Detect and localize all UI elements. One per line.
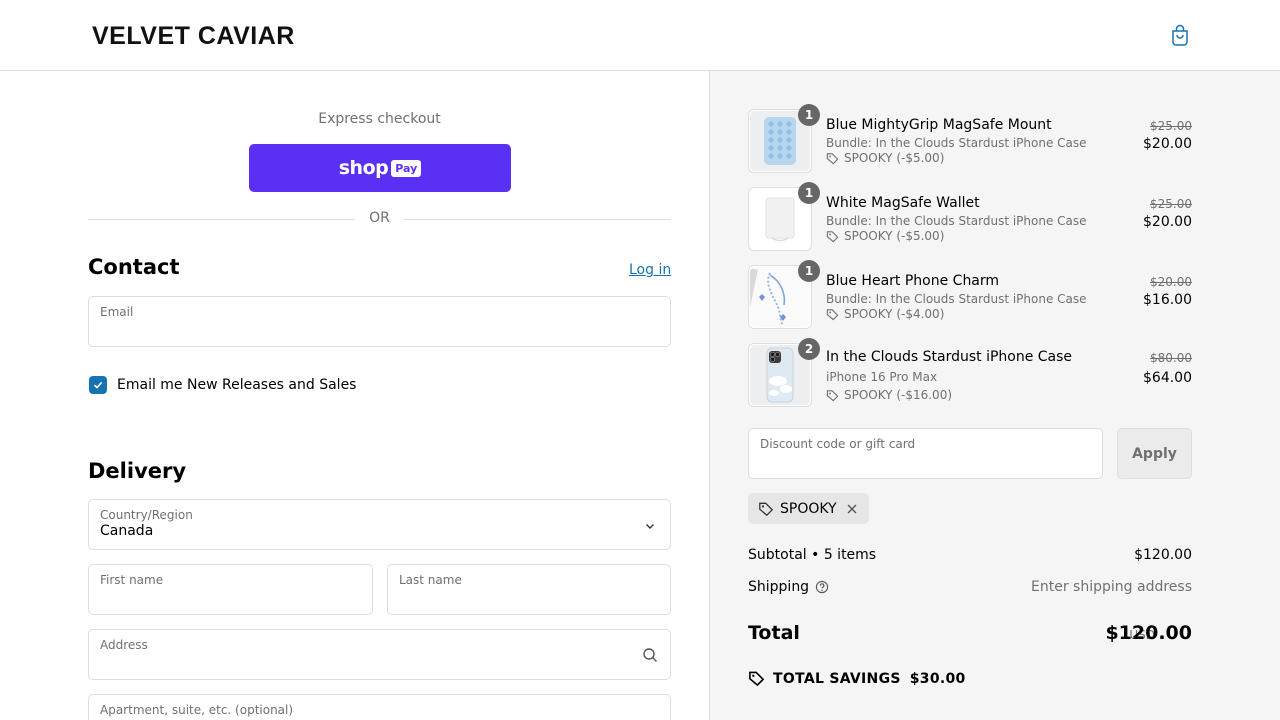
last-name-field[interactable]: Last name (387, 564, 671, 615)
item-discount: SPOOKY (-$5.00) (826, 151, 944, 165)
tag-icon (826, 152, 839, 164)
last-name-label: Last name (399, 573, 462, 587)
tag-icon (826, 230, 839, 242)
quantity-badge: 1 (798, 260, 820, 282)
item-variant: Bundle: In the Clouds Stardust iPhone Ca… (826, 292, 1087, 306)
total-savings: TOTAL SAVINGS $30.00 (748, 670, 966, 687)
newsletter-label: Email me New Releases and Sales (117, 377, 357, 393)
line-item: 1 Blue MightyGrip MagSafe Mount Bundle: … (748, 104, 1192, 173)
item-name: Blue Heart Phone Charm (826, 273, 1000, 289)
subtotal-value: $120.00 (1134, 547, 1192, 563)
country-value: Canada (100, 523, 154, 539)
express-checkout-label: Express checkout (318, 111, 441, 127)
item-original-price: $20.00 (1150, 275, 1192, 289)
shipping-label-group: Shipping (748, 579, 829, 595)
discount-code-label: Discount code or gift card (760, 437, 916, 451)
or-text: OR (369, 210, 390, 226)
product-thumbnail: 1 (748, 182, 820, 251)
close-icon (847, 504, 857, 513)
applied-discount-chip: SPOOKY (748, 493, 869, 524)
item-original-price: $25.00 (1150, 197, 1192, 211)
apply-discount-button[interactable]: Apply (1117, 428, 1192, 479)
item-discount-text: SPOOKY (-$4.00) (844, 307, 945, 321)
apartment-label: Apartment, suite, etc. (optional) (100, 703, 294, 717)
total-savings-value: $30.00 (909, 670, 966, 687)
total-value: $120.00 (1105, 622, 1192, 644)
line-item: 1 White MagSafe Wallet Bundle: In the Cl… (748, 182, 1192, 251)
shop-pay-badge: Pay (391, 159, 422, 177)
product-thumbnail: 2 (748, 338, 820, 407)
item-price: $16.00 (1143, 292, 1192, 308)
item-discount: SPOOKY (-$5.00) (826, 229, 944, 243)
divider-line (88, 219, 355, 220)
total-label: Total (748, 622, 800, 644)
shipping-value: Enter shipping address (1031, 579, 1192, 595)
first-name-field[interactable]: First name (88, 564, 373, 615)
checkmark-icon (93, 381, 103, 389)
total-savings-label: TOTAL SAVINGS (773, 670, 901, 687)
quantity-badge: 1 (798, 104, 820, 126)
apartment-field[interactable]: Apartment, suite, etc. (optional) (88, 694, 671, 720)
item-discount: SPOOKY (-$16.00) (826, 388, 952, 402)
quantity-badge: 1 (798, 182, 820, 204)
product-thumbnail: 1 (748, 260, 820, 329)
applied-discount-code: SPOOKY (780, 500, 837, 517)
item-variant: Bundle: In the Clouds Stardust iPhone Ca… (826, 214, 1087, 228)
shop-pay-logo: shop (338, 157, 389, 179)
remove-discount-button[interactable] (846, 503, 858, 515)
item-variant: iPhone 16 Pro Max (826, 370, 938, 384)
item-price: $20.00 (1143, 136, 1192, 152)
divider-line (404, 219, 671, 220)
newsletter-checkbox[interactable] (89, 376, 107, 394)
shop-pay-button[interactable]: shop Pay (249, 144, 511, 192)
item-original-price: $25.00 (1150, 119, 1192, 133)
country-label: Country/Region (100, 508, 193, 522)
contact-heading: Contact (88, 255, 180, 279)
item-discount-text: SPOOKY (-$5.00) (844, 151, 945, 165)
item-discount: SPOOKY (-$4.00) (826, 307, 944, 321)
item-original-price: $80.00 (1150, 351, 1192, 365)
tag-icon (826, 389, 839, 401)
address-label: Address (100, 638, 148, 652)
tag-icon (749, 671, 765, 687)
shopping-bag-icon[interactable] (1170, 24, 1190, 46)
item-price: $20.00 (1143, 214, 1192, 230)
tag-icon (826, 308, 839, 320)
site-header: VELVET CAVIAR (0, 0, 1280, 71)
shipping-label: Shipping (748, 579, 810, 595)
discount-code-field[interactable]: Discount code or gift card (748, 428, 1103, 479)
delivery-heading: Delivery (88, 459, 187, 483)
email-field[interactable]: Email (88, 296, 671, 347)
or-divider: OR (88, 210, 671, 228)
search-icon (643, 648, 657, 662)
item-name: White MagSafe Wallet (826, 195, 980, 211)
country-select[interactable]: Country/Region Canada (88, 499, 671, 550)
line-item: 2 In the Clouds Stardust iPhone Case iPh… (748, 338, 1192, 409)
quantity-badge: 2 (798, 338, 820, 360)
address-field[interactable]: Address (88, 629, 671, 680)
order-summary: 1 Blue MightyGrip MagSafe Mount Bundle: … (709, 71, 1280, 720)
line-item: 1 Blue Heart Phone Charm Bundle: In the … (748, 260, 1192, 329)
tag-icon (759, 502, 774, 516)
item-discount-text: SPOOKY (-$16.00) (844, 388, 953, 402)
store-logo[interactable]: VELVET CAVIAR (92, 22, 295, 50)
login-link[interactable]: Log in (629, 262, 671, 278)
help-icon[interactable] (815, 580, 829, 594)
subtotal-label: Subtotal • 5 items (748, 547, 877, 563)
chevron-down-icon (646, 524, 654, 529)
item-name: Blue MightyGrip MagSafe Mount (826, 117, 1052, 133)
first-name-label: First name (100, 573, 164, 587)
checkout-form: Express checkout shop Pay OR Contact Log… (0, 71, 709, 720)
email-input[interactable] (89, 297, 670, 346)
product-thumbnail: 1 (748, 104, 820, 173)
item-discount-text: SPOOKY (-$5.00) (844, 229, 945, 243)
item-variant: Bundle: In the Clouds Stardust iPhone Ca… (826, 136, 1087, 150)
item-price: $64.00 (1143, 370, 1192, 386)
item-name: In the Clouds Stardust iPhone Case (826, 349, 1073, 365)
